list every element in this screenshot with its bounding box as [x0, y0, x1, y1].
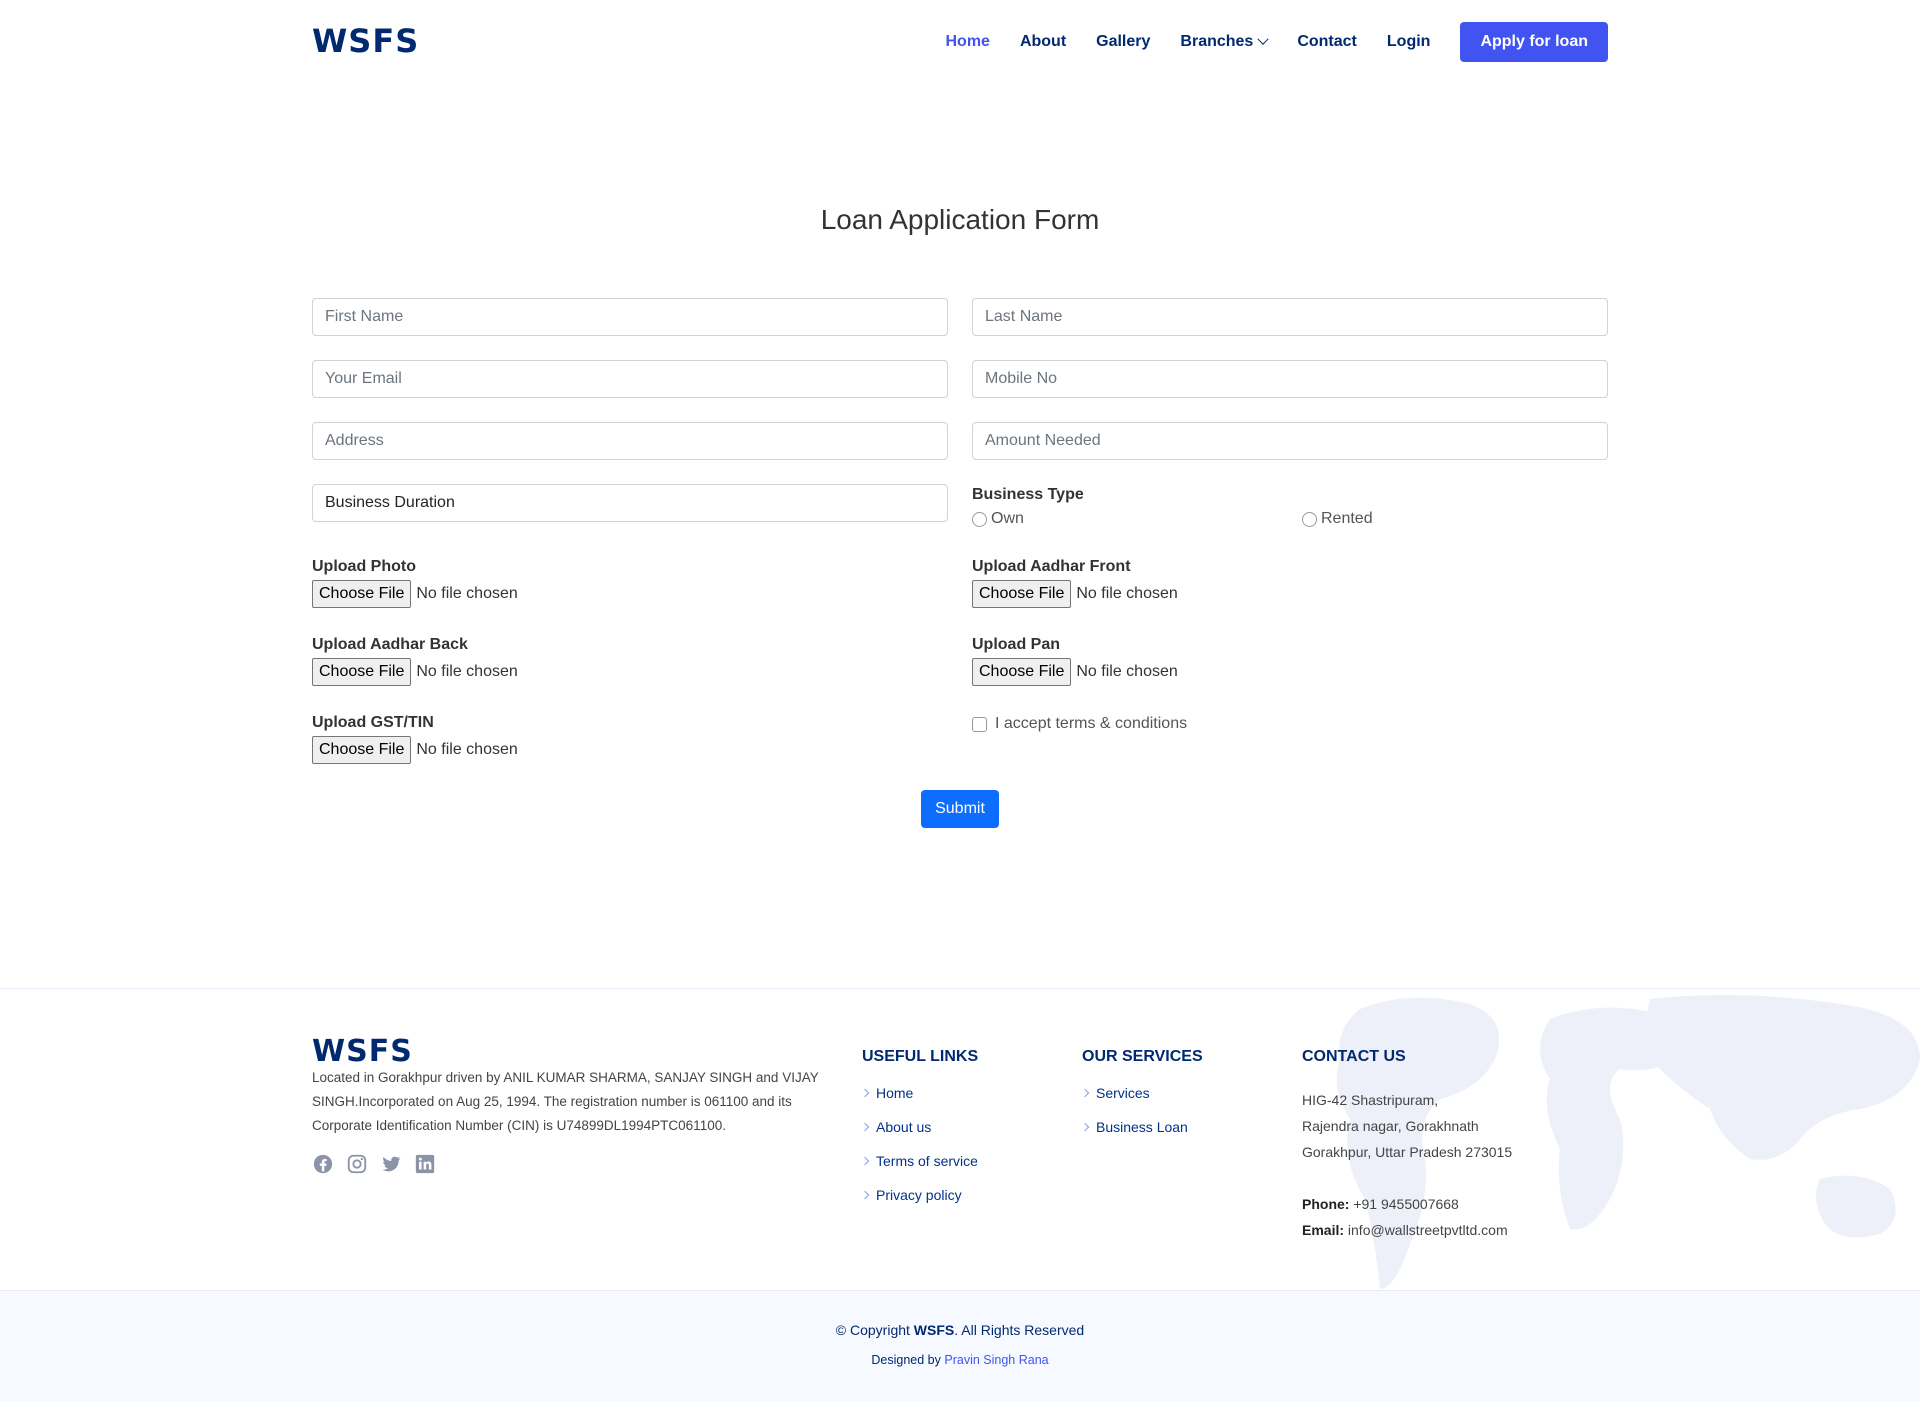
submit-button[interactable]: Submit: [921, 790, 999, 828]
footer-link-services[interactable]: Services: [1080, 1085, 1150, 1101]
footer-link-label: Privacy policy: [876, 1187, 962, 1203]
upload-pan-input[interactable]: Choose File No file chosen: [972, 658, 1178, 686]
choose-file-button[interactable]: Choose File: [312, 580, 412, 608]
footer-link-label: Services: [1096, 1085, 1150, 1101]
terms-checkbox[interactable]: I accept terms & conditions: [972, 715, 1187, 733]
footer-link-label: Home: [876, 1085, 914, 1101]
footer-link-about[interactable]: About us: [860, 1119, 932, 1135]
first-name-input[interactable]: First Name: [312, 298, 948, 336]
designed-by-label: Designed by: [871, 1353, 941, 1367]
copyright-brand: WSFS: [913, 1322, 955, 1338]
footer-link-label: Business Loan: [1096, 1119, 1188, 1135]
file-status: No file chosen: [1076, 663, 1178, 680]
footer-link-label: About us: [876, 1119, 932, 1135]
contact-address: HIG-42 Shastripuram, Rajendra nagar, Gor…: [1302, 1087, 1512, 1165]
footer-bottom-bar: [0, 1290, 1920, 1401]
upload-photo-label: Upload Photo: [312, 558, 416, 575]
contact-email: Email: info@wallstreetpvtltd.com: [1302, 1217, 1508, 1243]
upload-gst-input[interactable]: Choose File No file chosen: [312, 736, 518, 764]
phone-value[interactable]: +91 9455007668: [1353, 1196, 1459, 1212]
choose-file-button[interactable]: Choose File: [312, 736, 412, 764]
upload-aadhar-back-input[interactable]: Choose File No file chosen: [312, 658, 518, 686]
email-input[interactable]: Your Email: [312, 360, 948, 398]
upload-pan-label: Upload Pan: [972, 636, 1061, 653]
upload-aadhar-front-label: Upload Aadhar Front: [972, 558, 1131, 575]
footer-link-label: Terms of service: [876, 1153, 978, 1169]
copyright: © Copyright WSFS. All Rights Reserved: [0, 1322, 1920, 1338]
chevron-right-icon: [1080, 1088, 1090, 1098]
instagram-icon[interactable]: [346, 1153, 368, 1175]
useful-links-title: USEFUL LINKS: [862, 1048, 979, 1065]
our-services-title: OUR SERVICES: [1082, 1048, 1203, 1065]
designer-link[interactable]: Pravin Singh Rana: [944, 1353, 1048, 1367]
email-value[interactable]: info@wallstreetpvtltd.com: [1348, 1222, 1508, 1238]
chevron-right-icon: [860, 1088, 870, 1098]
nav-login[interactable]: Login: [1387, 33, 1431, 51]
footer-link-privacy[interactable]: Privacy policy: [860, 1187, 962, 1203]
designer-credit: Designed by Pravin Singh Rana: [0, 1353, 1920, 1367]
chevron-down-icon: [1257, 33, 1269, 45]
address-line: Gorakhpur, Uttar Pradesh 273015: [1302, 1144, 1513, 1160]
radio-circle[interactable]: [972, 511, 987, 527]
main-nav: Home About Gallery Branches Contact Logi…: [915, 22, 1608, 62]
address-line: HIG-42 Shastripuram,: [1302, 1092, 1439, 1108]
radio-own-label: Own: [991, 510, 1024, 527]
chevron-right-icon: [1080, 1122, 1090, 1132]
radio-circle[interactable]: [1302, 511, 1317, 527]
radio-rented[interactable]: Rented: [1302, 510, 1373, 528]
upload-aadhar-back-label: Upload Aadhar Back: [312, 636, 468, 653]
upload-gst-label: Upload GST/TIN: [312, 714, 434, 731]
choose-file-button[interactable]: Choose File: [972, 580, 1072, 608]
nav-branches[interactable]: Branches: [1180, 33, 1269, 51]
upload-aadhar-front-input[interactable]: Choose File No file chosen: [972, 580, 1178, 608]
apply-for-loan-button[interactable]: Apply for loan: [1460, 22, 1608, 62]
address-line: Rajendra nagar, Gorakhnath: [1302, 1118, 1479, 1134]
contact-phone: Phone: +91 9455007668: [1302, 1191, 1459, 1217]
file-status: No file chosen: [416, 585, 518, 602]
nav-about[interactable]: About: [1020, 33, 1066, 51]
file-status: No file chosen: [1076, 585, 1178, 602]
file-status: No file chosen: [416, 663, 518, 680]
choose-file-button[interactable]: Choose File: [972, 658, 1072, 686]
mobile-input[interactable]: Mobile No: [972, 360, 1608, 398]
address-input[interactable]: Address: [312, 422, 948, 460]
amount-input[interactable]: Amount Needed: [972, 422, 1608, 460]
email-label: Email:: [1302, 1222, 1345, 1238]
social-links: [312, 1153, 448, 1175]
chevron-right-icon: [860, 1122, 870, 1132]
footer-logo[interactable]: WSFS: [312, 1034, 413, 1069]
choose-file-button[interactable]: Choose File: [312, 658, 412, 686]
linkedin-icon[interactable]: [414, 1153, 436, 1175]
radio-rented-label: Rented: [1321, 510, 1373, 527]
nav-branches-label: Branches: [1180, 33, 1254, 50]
footer-link-home[interactable]: Home: [860, 1085, 914, 1101]
phone-label: Phone:: [1302, 1196, 1350, 1212]
footer-link-business-loan[interactable]: Business Loan: [1080, 1119, 1188, 1135]
footer-about-text: Located in Gorakhpur driven by ANIL KUMA…: [312, 1070, 819, 1133]
business-duration-select[interactable]: Business Duration: [312, 484, 948, 522]
site-logo[interactable]: WSFS: [312, 22, 419, 60]
last-name-input[interactable]: Last Name: [972, 298, 1608, 336]
chevron-right-icon: [860, 1190, 870, 1200]
upload-photo-input[interactable]: Choose File No file chosen: [312, 580, 518, 608]
facebook-icon[interactable]: [312, 1153, 334, 1175]
copyright-suffix: . All Rights Reserved: [954, 1322, 1085, 1338]
business-type-label: Business Type: [972, 486, 1084, 503]
radio-own[interactable]: Own: [972, 510, 1024, 528]
chevron-right-icon: [860, 1156, 870, 1166]
terms-label: I accept terms & conditions: [995, 715, 1188, 732]
form-title: Loan Application Form: [820, 204, 1100, 235]
twitter-icon[interactable]: [380, 1153, 402, 1175]
checkbox-box[interactable]: [972, 716, 987, 732]
contact-us-title: CONTACT US: [1302, 1048, 1406, 1065]
nav-contact[interactable]: Contact: [1297, 33, 1357, 51]
nav-home[interactable]: Home: [945, 33, 989, 51]
header: WSFS Home About Gallery Branches Contact…: [0, 0, 1920, 85]
copyright-prefix: © Copyright: [835, 1322, 910, 1338]
file-status: No file chosen: [416, 741, 518, 758]
nav-gallery[interactable]: Gallery: [1096, 33, 1150, 51]
footer-link-terms[interactable]: Terms of service: [860, 1153, 978, 1169]
